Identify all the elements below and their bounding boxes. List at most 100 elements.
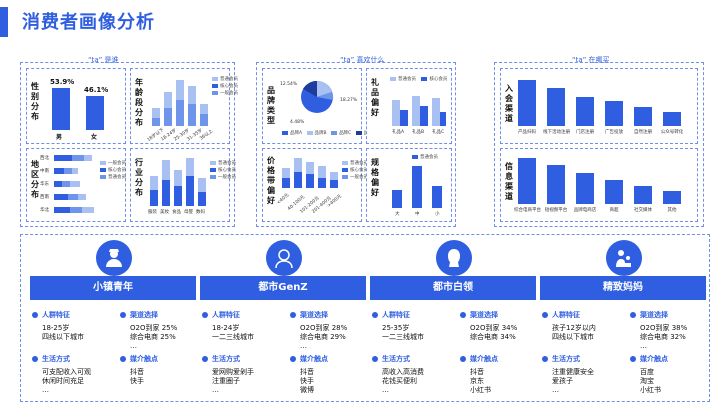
region-bar-1b — [72, 155, 84, 161]
region-bar-4a — [54, 194, 68, 200]
persona-card: 小镇青年 人群特征 渠道选择 18-25岁 四线以下城市 O2O到家 25% 综合电商 25… — [30, 240, 196, 400]
persona-h2: 渠道选择 — [640, 311, 668, 319]
gift-tick-1: 礼品A — [392, 130, 405, 135]
brand-label: 品牌类型 — [267, 86, 275, 125]
persona-t4: 百度 淘宝 小红书 — [640, 368, 661, 394]
price-bar-4b — [318, 178, 326, 188]
persona-t2: O2O到家 38% 综合电商 32%… — [640, 324, 688, 350]
age-bar-5b — [200, 114, 208, 126]
persona-t4: 抖音 快手 — [130, 368, 144, 385]
gender-chart — [26, 68, 126, 144]
info-tick-3: 品牌电商店 — [573, 208, 597, 213]
info-bar-6 — [663, 191, 681, 204]
region-bar-3b — [62, 181, 70, 187]
gift-bar-3b — [440, 112, 446, 126]
person-outline-icon — [266, 240, 302, 276]
region-row-2: 中南 — [40, 169, 49, 174]
ind-tick-1: 服装 — [148, 210, 157, 215]
ind-bar-1b — [150, 190, 158, 206]
region-bar-5a — [54, 207, 70, 213]
female-label: 女 — [91, 134, 98, 141]
bullet-dot — [372, 356, 378, 362]
spec-legend: 普通会员 — [412, 154, 438, 161]
info-bar-3 — [576, 173, 594, 204]
industry-label: 行业分布 — [135, 158, 143, 197]
region-bar-2a — [54, 168, 64, 174]
persona-t3: 可支配收入可观 休闲时间充足… — [42, 368, 91, 394]
region-bar-1c — [84, 155, 92, 161]
male-bar — [52, 88, 70, 130]
spec-tick-2: 中 — [415, 212, 420, 217]
info-tick-2: 短视频平台 — [544, 208, 568, 213]
spec-bar-1 — [392, 190, 402, 208]
bullet-dot — [120, 356, 126, 362]
brand-pie — [300, 80, 334, 114]
bullet-dot — [630, 356, 636, 362]
persona-h2: 渠道选择 — [300, 311, 328, 319]
region-row-4: 西南 — [40, 195, 49, 200]
persona-card: 精致妈妈 人群特征 渠道选择 孩子12岁以内 四线以下城市 O2O到家 38% 综合电商 3… — [540, 240, 706, 400]
price-label: 价格带偏好 — [267, 156, 275, 205]
male-pct: 53.9% — [50, 78, 75, 86]
bullet-dot — [460, 312, 466, 318]
persona-h3: 生活方式 — [42, 355, 70, 363]
bullet-dot — [290, 312, 296, 318]
region-label: 地区分布 — [31, 160, 39, 199]
info-tick-5: 社交媒体 — [634, 208, 652, 213]
region-bar-4c — [78, 194, 86, 200]
persona-name: 小镇青年 — [30, 276, 196, 300]
entry-tick-4: 广告投放 — [605, 130, 623, 135]
persona-t1: 孩子12岁以内 四线以下城市 — [552, 324, 596, 341]
ind-tick-4: 母婴 — [184, 210, 193, 215]
entry-tick-5: 自然注册 — [634, 130, 652, 135]
brand-pct-3: 18.27% — [340, 98, 358, 103]
brand-pct-2: 4.48% — [290, 120, 305, 125]
persona-name: 精致妈妈 — [540, 276, 706, 300]
persona-t1: 25-35岁 一二三线城市 — [382, 324, 424, 341]
entry-bar-2 — [547, 88, 565, 126]
ind-tick-2: 美妆 — [160, 210, 169, 215]
bullet-dot — [460, 356, 466, 362]
spec-bar-2 — [412, 166, 422, 208]
region-row-5: 华北 — [40, 208, 49, 213]
gift-label: 礼品偏好 — [371, 78, 379, 117]
region-bar-3a — [54, 181, 62, 187]
age-bar-1b — [152, 118, 160, 126]
region-row-3: 华东 — [40, 182, 49, 187]
industry-legend: 普通会员 核心会员 一般会员 — [210, 160, 236, 181]
persona-name: 都市GenZ — [200, 276, 366, 300]
persona-h4: 媒介触点 — [300, 355, 328, 363]
persona-t1: 18-25岁 四线以下城市 — [42, 324, 84, 341]
region-bar-3c — [70, 181, 80, 187]
bullet-dot — [372, 312, 378, 318]
persona-h3: 生活方式 — [212, 355, 240, 363]
ind-bar-3b — [174, 186, 182, 206]
bullet-dot — [202, 312, 208, 318]
persona-h1: 人群特征 — [382, 311, 410, 319]
persona-h1: 人群特征 — [212, 311, 240, 319]
info-bar-4 — [605, 180, 623, 204]
persona-t4: 抖音 快手 微博 — [300, 368, 314, 394]
gift-tick-2: 礼品B — [412, 130, 425, 135]
persona-t3: 注重健康安全 爱孩子… — [552, 368, 594, 394]
entry-label: 入会渠道 — [505, 84, 513, 123]
price-bar-1b — [282, 178, 290, 188]
bullet-dot — [630, 312, 636, 318]
price-bar-2b — [294, 172, 302, 188]
info-tick-4: 商超 — [609, 208, 619, 213]
entry-bar-6 — [663, 112, 681, 126]
age-bar-4b — [188, 104, 196, 126]
female-bar — [86, 96, 104, 130]
gender-label: 性别分布 — [31, 82, 39, 121]
spec-tick-1: 大 — [395, 212, 400, 217]
info-bar-2 — [547, 165, 565, 204]
gift-legend: 普通会员 核心会员 — [390, 76, 447, 83]
info-tick-6: 其他 — [667, 208, 677, 213]
persona-h4: 媒介触点 — [470, 355, 498, 363]
ind-bar-4b — [186, 176, 194, 206]
price-bar-5b — [330, 180, 338, 188]
age-label: 年龄段分布 — [135, 78, 143, 127]
region-bar-4b — [68, 194, 78, 200]
persona-t1: 18-24岁 一二三线城市 — [212, 324, 254, 341]
spec-bar-3 — [432, 186, 442, 208]
